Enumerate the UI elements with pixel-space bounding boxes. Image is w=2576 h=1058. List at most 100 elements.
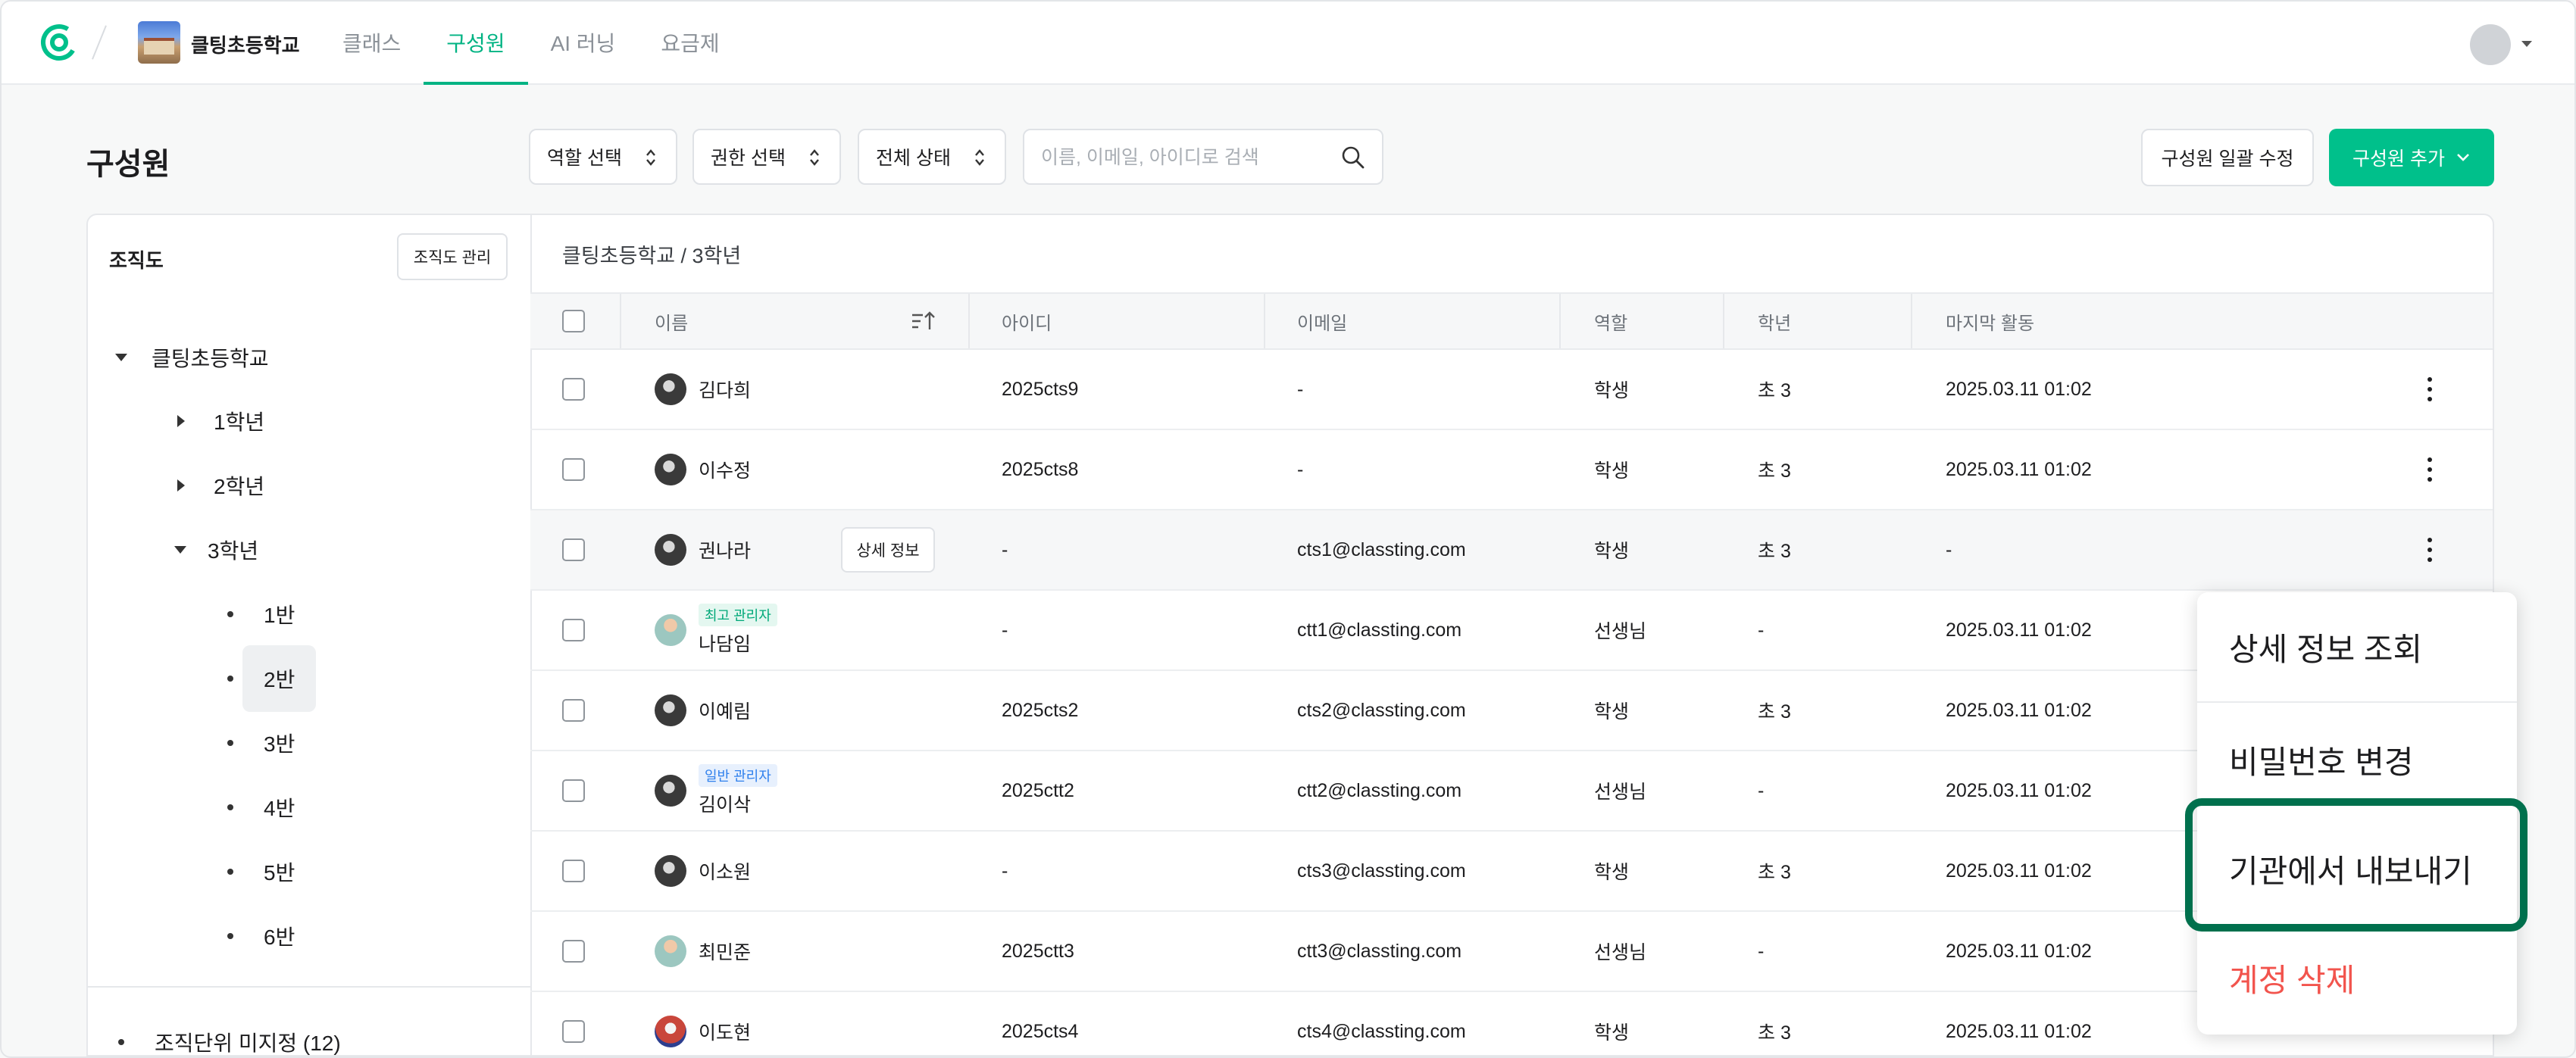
member-name[interactable]: 김이삭 xyxy=(699,790,751,817)
member-name[interactable]: 최민준 xyxy=(699,938,751,965)
school-name[interactable]: 클팅초등학교 xyxy=(191,30,300,58)
bullet-icon xyxy=(227,611,233,617)
tree-item-grade1[interactable]: 1학년 xyxy=(177,391,275,451)
row-checkbox[interactable] xyxy=(562,378,585,401)
row-checkbox[interactable] xyxy=(562,779,585,802)
column-divider xyxy=(1559,294,1561,348)
avatar xyxy=(655,694,686,726)
member-name[interactable]: 이예림 xyxy=(699,697,751,724)
caret-right-icon[interactable] xyxy=(177,479,185,492)
classting-logo-icon[interactable] xyxy=(39,23,79,62)
member-role: 학생 xyxy=(1594,380,1630,401)
menu-item-remove-from-org[interactable]: 기관에서 내보내기 xyxy=(2197,813,2517,924)
member-id: 2025cts4 xyxy=(1002,1020,1079,1042)
permission-select-value: 권한 선택 xyxy=(711,148,786,169)
member-role: 선생님 xyxy=(1594,782,1647,803)
search-icon[interactable] xyxy=(1340,144,1367,171)
table-row[interactable]: 김다희 2025cts9 - 학생 초 3 2025.03.11 01:02 xyxy=(530,350,2493,430)
search-input[interactable] xyxy=(1039,141,1330,174)
nav-pricing[interactable]: 요금제 xyxy=(638,2,742,83)
role-select[interactable]: 역할 선택 xyxy=(529,129,677,185)
menu-item-view-detail[interactable]: 상세 정보 조회 xyxy=(2197,592,2517,703)
add-member-label: 구성원 추가 xyxy=(2352,148,2445,170)
member-email: ctt2@classting.com xyxy=(1297,779,1462,801)
tree-item-unassigned[interactable]: 조직단위 미지정 (12) xyxy=(118,1012,352,1055)
member-id: 2025cts9 xyxy=(1002,378,1079,400)
sort-updown-icon xyxy=(646,149,655,166)
tree-label: 3반 xyxy=(264,732,295,756)
tree-label: 1학년 xyxy=(214,410,265,434)
detail-info-button[interactable]: 상세 정보 xyxy=(841,527,935,573)
tree-item-class[interactable]: 3반 xyxy=(227,713,305,773)
table-row-hovered[interactable]: 권나라 상세 정보 - cts1@classting.com 학생 초 3 - xyxy=(530,510,2493,591)
tree-item-grade2[interactable]: 2학년 xyxy=(177,455,275,516)
tree-item-school[interactable]: 클팅초등학교 xyxy=(115,327,280,388)
col-name[interactable]: 이름 xyxy=(655,294,688,348)
select-all-checkbox[interactable] xyxy=(562,310,585,332)
status-select-value: 전체 상태 xyxy=(876,148,951,169)
member-name[interactable]: 김다희 xyxy=(699,376,751,403)
tree-item-class[interactable]: 1반 xyxy=(227,584,305,644)
col-last-active[interactable]: 마지막 활동 xyxy=(1946,294,2034,348)
manage-org-button[interactable]: 조직도 관리 xyxy=(397,233,508,280)
more-vertical-icon[interactable] xyxy=(2428,457,2432,482)
member-role: 학생 xyxy=(1594,460,1630,482)
member-name[interactable]: 이도현 xyxy=(699,1018,751,1045)
col-id[interactable]: 아이디 xyxy=(1002,294,1052,348)
member-name[interactable]: 이수정 xyxy=(699,456,751,483)
col-grade[interactable]: 학년 xyxy=(1758,294,1791,348)
tree-item-class[interactable]: 6반 xyxy=(227,906,305,966)
tree-item-grade3[interactable]: 3학년 xyxy=(174,520,269,580)
row-checkbox[interactable] xyxy=(562,1020,585,1043)
page-title: 구성원 xyxy=(86,148,170,181)
nav-ai-learning[interactable]: AI 러닝 xyxy=(528,2,639,83)
status-select[interactable]: 전체 상태 xyxy=(858,129,1006,185)
caret-down-icon[interactable] xyxy=(174,546,186,554)
member-grade: 초 3 xyxy=(1758,541,1791,562)
row-checkbox[interactable] xyxy=(562,699,585,722)
col-email[interactable]: 이메일 xyxy=(1297,294,1347,348)
more-vertical-icon[interactable] xyxy=(2428,377,2432,401)
member-grade: 초 3 xyxy=(1758,701,1791,722)
row-checkbox[interactable] xyxy=(562,860,585,882)
column-divider xyxy=(620,294,621,348)
nav-members[interactable]: 구성원 xyxy=(424,2,528,85)
menu-item-delete-account[interactable]: 계정 삭제 xyxy=(2197,922,2517,1033)
permission-select[interactable]: 권한 선택 xyxy=(692,129,841,185)
divider xyxy=(88,986,530,988)
nav-classes[interactable]: 클래스 xyxy=(320,2,424,83)
table-row[interactable]: 이수정 2025cts8 - 학생 초 3 2025.03.11 01:02 xyxy=(530,430,2493,510)
bullet-icon xyxy=(227,676,233,682)
row-checkbox[interactable] xyxy=(562,538,585,561)
caret-right-icon[interactable] xyxy=(177,415,185,427)
row-checkbox[interactable] xyxy=(562,458,585,481)
top-bar: 클팅초등학교 클래스 구성원 AI 러닝 요금제 xyxy=(2,2,2574,85)
sort-updown-icon xyxy=(975,149,984,166)
member-name[interactable]: 나담임 xyxy=(699,629,751,657)
row-checkbox[interactable] xyxy=(562,619,585,641)
tree-label: 6반 xyxy=(264,925,295,949)
member-name[interactable]: 이소원 xyxy=(699,857,751,885)
member-role: 학생 xyxy=(1594,541,1630,562)
more-vertical-icon[interactable] xyxy=(2428,538,2432,562)
menu-item-change-password[interactable]: 비밀번호 변경 xyxy=(2197,704,2517,815)
member-email: cts2@classting.com xyxy=(1297,699,1466,721)
caret-down-icon[interactable] xyxy=(2521,41,2532,47)
col-role[interactable]: 역할 xyxy=(1594,294,1627,348)
tree-item-class[interactable]: 4반 xyxy=(227,777,305,838)
caret-down-icon[interactable] xyxy=(115,354,127,361)
sort-icon[interactable] xyxy=(911,309,936,333)
tree-item-class-selected[interactable]: 2반 xyxy=(227,645,317,712)
user-avatar[interactable] xyxy=(2470,24,2511,65)
member-last-active: 2025.03.11 01:02 xyxy=(1946,619,2092,641)
school-thumbnail[interactable] xyxy=(138,21,180,64)
add-member-button[interactable]: 구성원 추가 xyxy=(2329,129,2494,186)
bullet-icon xyxy=(227,804,233,810)
tree-item-class[interactable]: 5반 xyxy=(227,841,305,902)
member-grade: 초 3 xyxy=(1758,460,1791,482)
member-email: - xyxy=(1297,378,1304,400)
member-email: cts3@classting.com xyxy=(1297,860,1466,882)
row-checkbox[interactable] xyxy=(562,940,585,963)
bulk-edit-button[interactable]: 구성원 일괄 수정 xyxy=(2141,129,2314,186)
member-name[interactable]: 권나라 xyxy=(699,536,751,563)
